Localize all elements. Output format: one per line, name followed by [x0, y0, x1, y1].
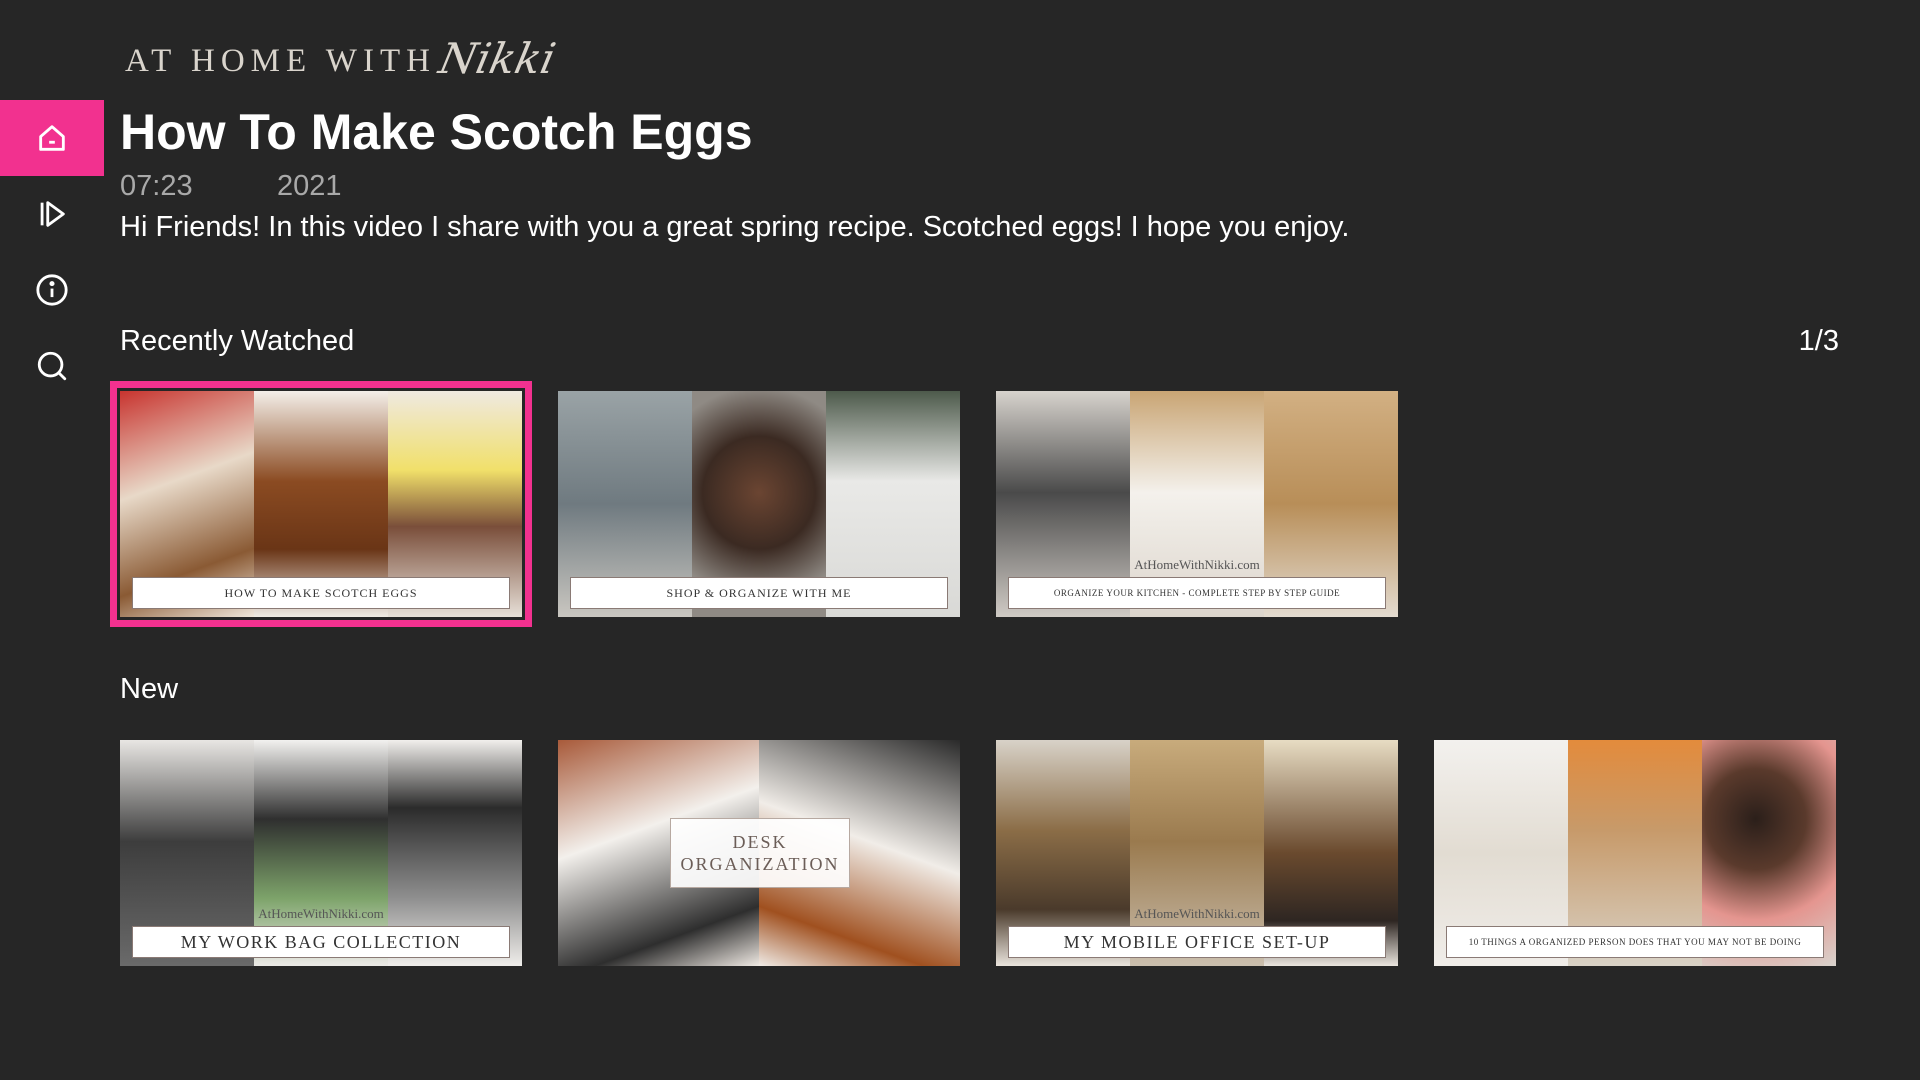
sidebar-item-play[interactable] [0, 176, 104, 252]
play-icon [40, 201, 65, 227]
sidebar-nav [0, 100, 104, 404]
video-duration: 07:23 [120, 170, 193, 202]
video-card-organize-kitchen[interactable]: AtHomeWithNikki.com ORGANIZE YOUR KITCHE… [996, 391, 1398, 617]
overlay-line-1: DESK [732, 832, 788, 852]
overlay-line-2: ORGANIZATION [680, 854, 840, 874]
sidebar-item-home[interactable] [0, 100, 104, 176]
video-card-desk-organization[interactable]: DESK ORGANIZATION [558, 740, 960, 966]
video-card-scotch-eggs[interactable]: HOW TO MAKE SCOTCH EGGS [110, 381, 532, 627]
video-card-caption: MY WORK BAG COLLECTION [132, 926, 510, 958]
new-row: AtHomeWithNikki.com MY WORK BAG COLLECTI… [120, 740, 1872, 966]
video-card-site: AtHomeWithNikki.com [1134, 906, 1260, 921]
video-year: 2021 [277, 170, 342, 202]
app-screen: AT HOME WITH Nikki How To Make Scotch Eg… [0, 0, 1920, 1080]
brand-logo-script: Nikki [434, 34, 560, 83]
brand-logo-caps: AT HOME WITH [125, 43, 436, 79]
video-card-organized-person[interactable]: 10 THINGS A ORGANIZED PERSON DOES THAT Y… [1434, 740, 1836, 966]
search-icon [37, 351, 67, 381]
video-card-mobile-office[interactable]: AtHomeWithNikki.com MY MOBILE OFFICE SET… [996, 740, 1398, 966]
video-card-caption: MY MOBILE OFFICE SET-UP [1008, 926, 1386, 958]
video-meta: 07:23 2021 [120, 170, 342, 203]
video-card-caption: ORGANIZE YOUR KITCHEN - COMPLETE STEP BY… [1008, 577, 1386, 609]
video-card-site: AtHomeWithNikki.com [1134, 557, 1260, 572]
video-card-work-bag[interactable]: AtHomeWithNikki.com MY WORK BAG COLLECTI… [120, 740, 522, 966]
sidebar-item-search[interactable] [0, 328, 104, 404]
sidebar-item-info[interactable] [0, 252, 104, 328]
info-icon [36, 274, 68, 306]
home-icon [39, 125, 65, 151]
video-title: How To Make Scotch Eggs [120, 104, 753, 160]
brand-logo: AT HOME WITH Nikki [125, 34, 560, 83]
row-heading-recently-watched: Recently Watched [120, 325, 355, 357]
video-description: Hi Friends! In this video I share with y… [120, 211, 1350, 243]
row-heading-new: New [120, 673, 179, 705]
video-card-caption: 10 THINGS A ORGANIZED PERSON DOES THAT Y… [1446, 926, 1824, 958]
video-card-caption: HOW TO MAKE SCOTCH EGGS [132, 577, 510, 609]
video-card-site: AtHomeWithNikki.com [258, 906, 384, 921]
row-page-counter: 1/3 [1798, 325, 1839, 357]
video-card-caption: SHOP & ORGANIZE WITH ME [570, 577, 948, 609]
desk-organization-overlay: DESK ORGANIZATION [670, 818, 850, 888]
recently-watched-row: HOW TO MAKE SCOTCH EGGS SHOP & ORGANIZE … [110, 381, 1434, 627]
video-card-shop-organize[interactable]: SHOP & ORGANIZE WITH ME [558, 391, 960, 617]
